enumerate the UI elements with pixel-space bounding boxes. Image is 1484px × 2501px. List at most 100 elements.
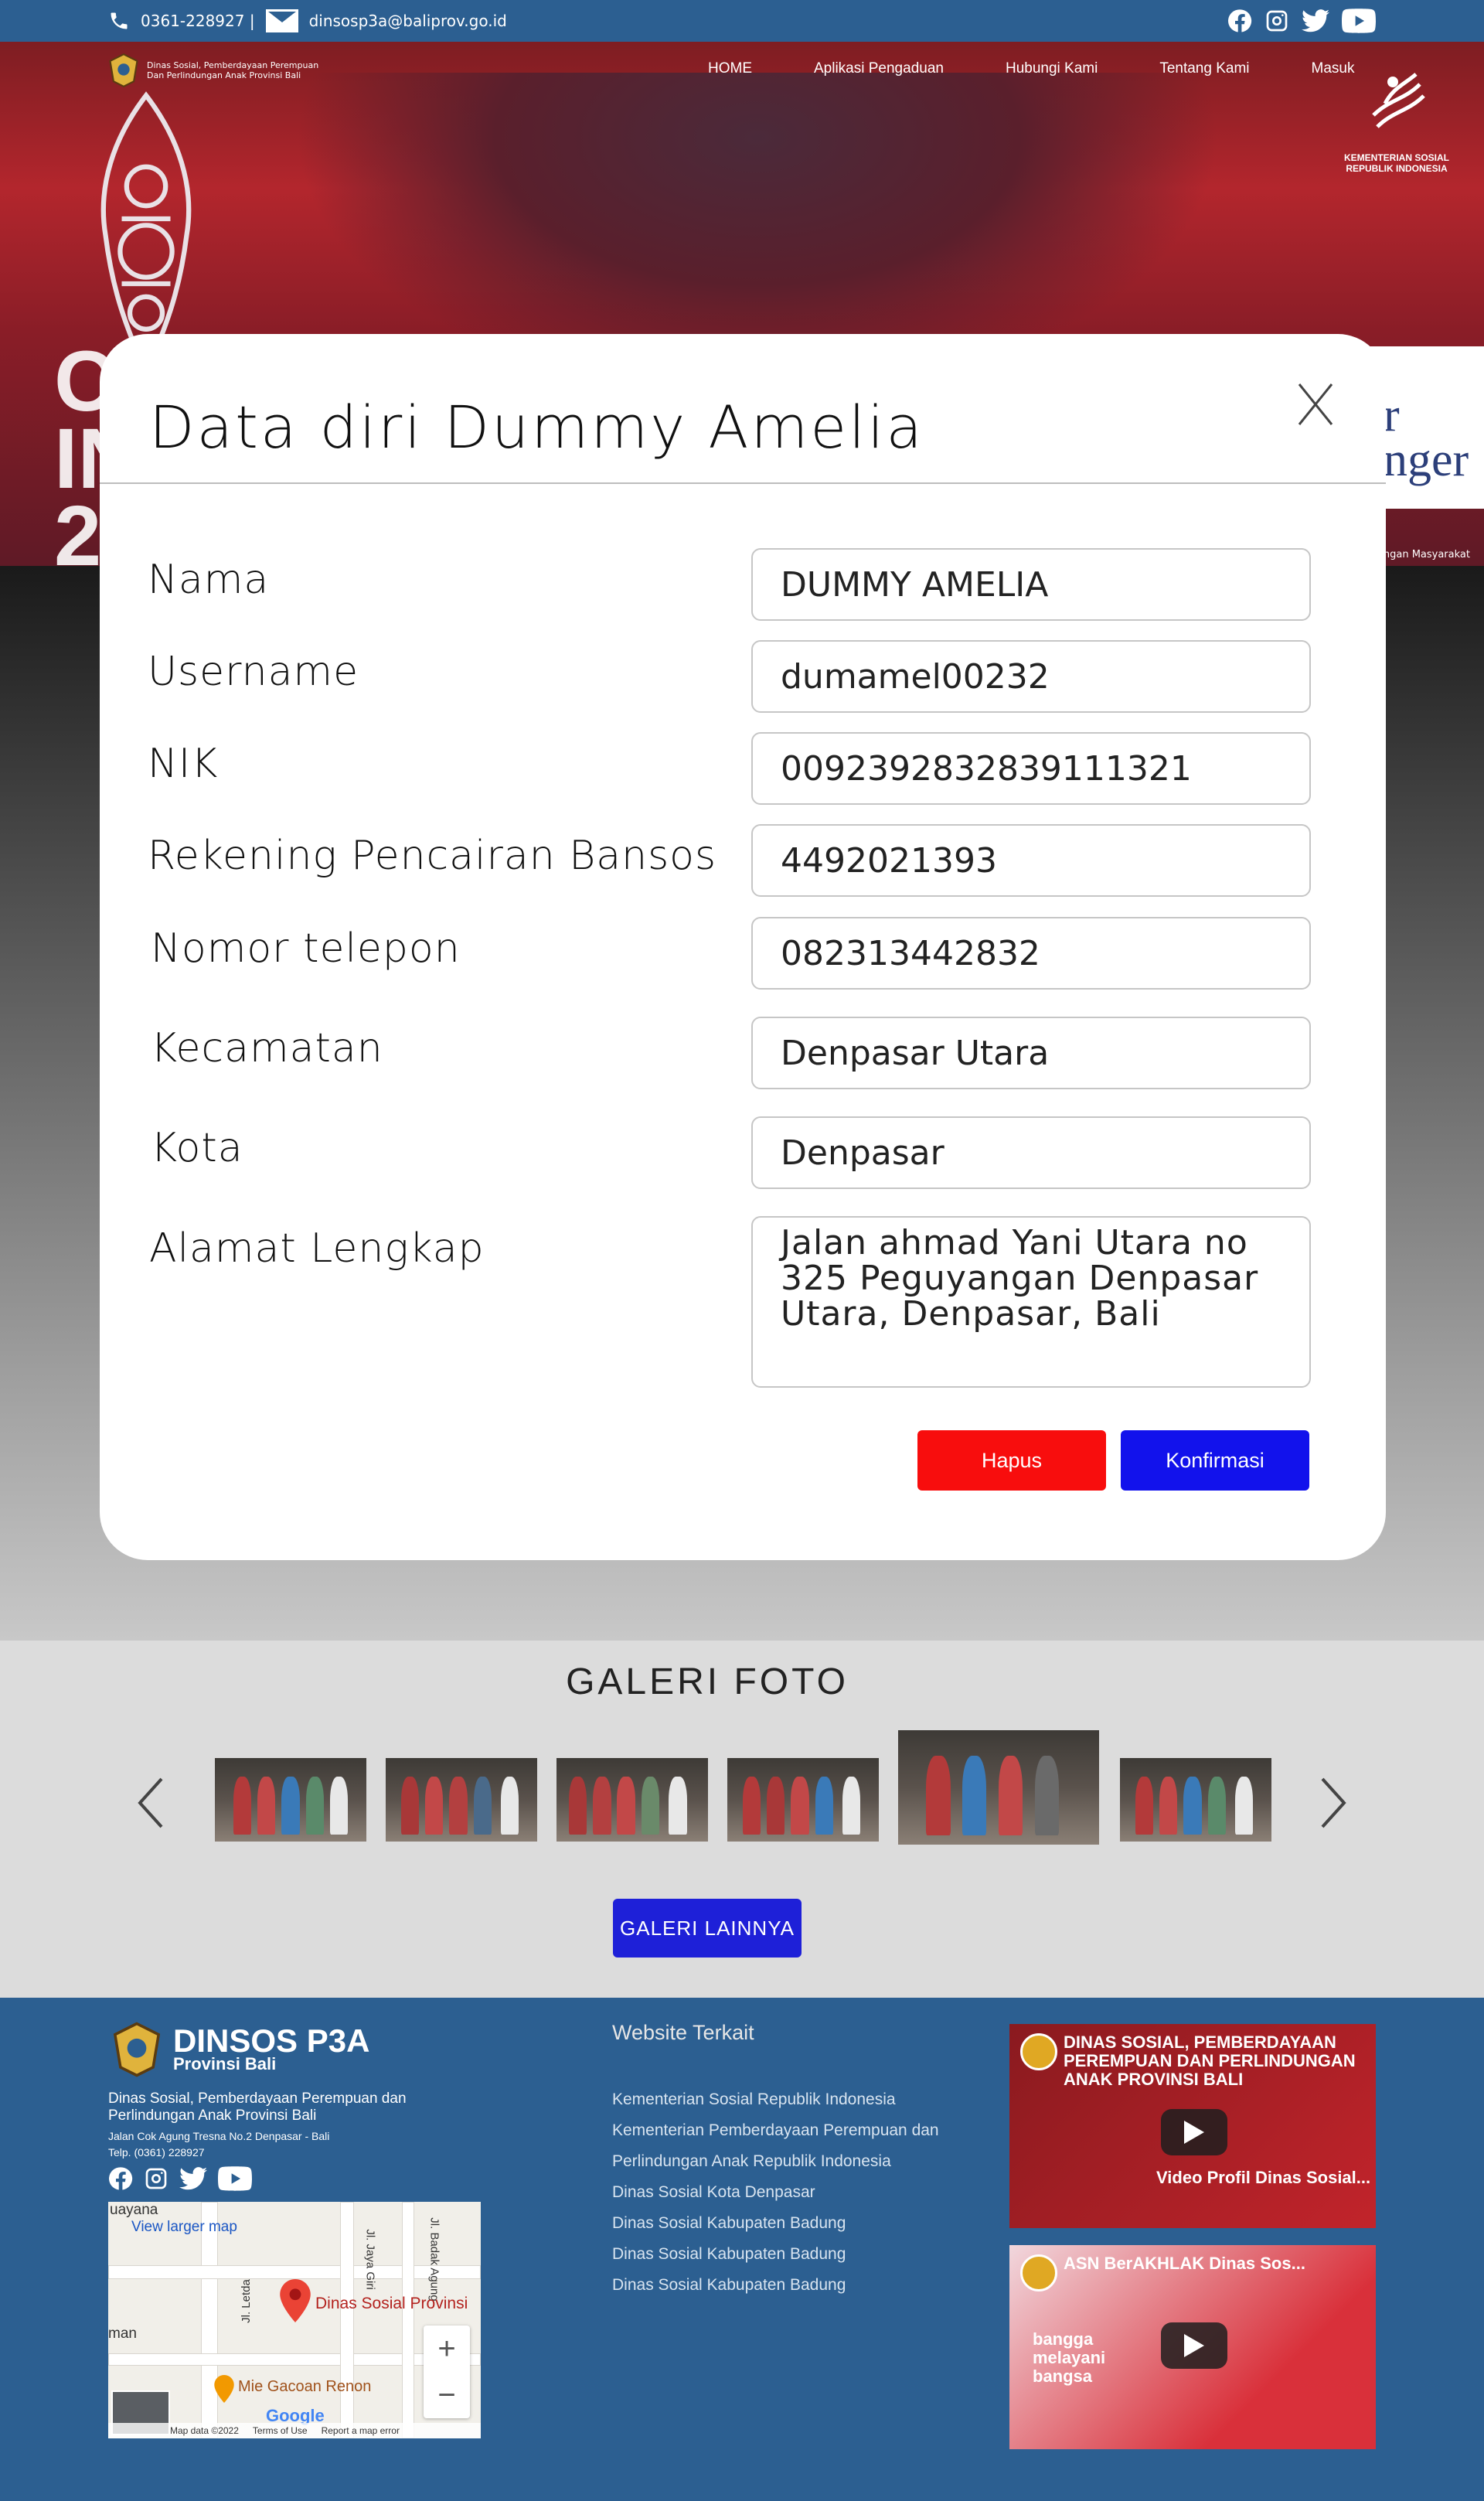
gallery-photo[interactable] — [1120, 1758, 1271, 1842]
twitter-icon[interactable] — [1302, 9, 1329, 33]
map-report-link[interactable]: Report a map error — [322, 2425, 400, 2436]
site-footer: DINSOS P3A Provinsi Bali Dinas Sosial, P… — [0, 1998, 1484, 2501]
close-icon — [1298, 383, 1333, 425]
header-brand[interactable]: Dinas Sosial, Pemberdayaan Perempuan Dan… — [107, 53, 318, 88]
map-area-label-2: man — [108, 2326, 137, 2342]
nav-item-about[interactable]: Tentang Kami — [1159, 60, 1249, 77]
embedded-map[interactable]: uayana man Jl. Letda Jl. Jaya Giri Jl. B… — [108, 2202, 481, 2438]
map-attribution: Map data ©2022 Terms of Use Report a map… — [108, 2423, 481, 2438]
map-pin-icon[interactable] — [280, 2279, 311, 2322]
phone-number: 0361-228927 | — [141, 12, 255, 30]
map-zoom-out-button[interactable]: − — [424, 2372, 470, 2418]
photo-gallery: GALERI FOTO GALERI LAINNYA — [0, 1641, 1484, 1998]
field-kota[interactable] — [751, 1116, 1311, 1189]
label-nama: Nama — [148, 557, 270, 603]
youtube-icon[interactable] — [218, 2166, 252, 2191]
gallery-title: GALERI FOTO — [566, 1661, 849, 1702]
related-site-link[interactable]: Dinas Sosial Kabupaten Badung — [612, 2208, 975, 2239]
field-nama[interactable] — [751, 548, 1311, 621]
map-zoom-controls: + − — [424, 2326, 470, 2418]
delete-button[interactable]: Hapus — [917, 1430, 1106, 1491]
video-overlay-text: bangga melayani bangsa — [1033, 2329, 1106, 2386]
footer-brand: DINSOS P3A Provinsi Bali — [108, 2021, 369, 2078]
footer-brand-name: DINSOS P3A — [173, 2022, 370, 2059]
label-phone: Nomor telepon — [151, 925, 461, 972]
map-zoom-in-button[interactable]: + — [424, 2326, 470, 2372]
channel-avatar — [1020, 2033, 1057, 2070]
label-kota: Kota — [151, 1125, 243, 1171]
gallery-prev-button[interactable] — [131, 1772, 170, 1834]
twitter-icon[interactable] — [179, 2166, 207, 2191]
kemensos-label: KEMENTERIAN SOSIAL REPUBLIK INDONESIA — [1343, 152, 1449, 174]
video-title: ASN BerAKHLAK Dinas Sos... — [1064, 2254, 1305, 2273]
play-icon — [1184, 2121, 1204, 2144]
gallery-more-button[interactable]: GALERI LAINNYA — [613, 1899, 802, 1958]
nav-item-home[interactable]: HOME — [708, 60, 752, 77]
brand-line-1: Dinas Sosial, Pemberdayaan Perempuan — [147, 60, 319, 70]
map-area-label: uayana — [110, 2202, 158, 2218]
kemensos-logo: KEMENTERIAN SOSIAL REPUBLIK INDONESIA — [1331, 65, 1462, 174]
play-icon — [1184, 2334, 1204, 2357]
video-embed-berakhlak[interactable]: ASN BerAKHLAK Dinas Sos... bangga melaya… — [1009, 2245, 1376, 2449]
facebook-icon[interactable] — [108, 2166, 133, 2191]
gallery-thumbnails — [215, 1730, 1272, 1846]
gallery-photo[interactable] — [556, 1758, 708, 1842]
instagram-icon[interactable] — [144, 2166, 168, 2191]
footer-social-links — [108, 2166, 252, 2191]
facebook-icon[interactable] — [1227, 9, 1252, 33]
video-title: DINAS SOSIAL, PEMBERDAYAAN PEREMPUAN DAN… — [1064, 2032, 1356, 2089]
user-detail-modal: Data diri Dummy Amelia Nama Username NIK… — [100, 334, 1386, 1560]
field-phone[interactable] — [751, 917, 1311, 990]
field-address[interactable]: Jalan ahmad Yani Utara no 325 Peguyangan… — [751, 1216, 1311, 1388]
kemensos-emblem-icon — [1372, 73, 1425, 128]
chevron-right-icon — [1321, 1777, 1346, 1828]
video-embed-profile[interactable]: DINAS SOSIAL, PEMBERDAYAAN PEREMPUAN DAN… — [1009, 2024, 1376, 2228]
modal-divider — [100, 482, 1386, 484]
related-site-link[interactable]: Dinas Sosial Kota Denpasar — [612, 2177, 975, 2208]
map-terms-link[interactable]: Terms of Use — [253, 2425, 308, 2436]
video-overlay-text: Video Profil Dinas Sosial... — [1156, 2168, 1371, 2187]
instagram-icon[interactable] — [1264, 9, 1289, 33]
related-site-link[interactable]: Dinas Sosial Kabupaten Badung — [612, 2270, 975, 2301]
map-street-label: Jl. Jaya Giri — [363, 2229, 377, 2290]
brand-line-2: Dan Perlindungan Anak Provinsi Bali — [147, 70, 301, 80]
gallery-photo[interactable] — [386, 1758, 537, 1842]
map-pin-label: Dinas Sosial Provinsi — [315, 2295, 468, 2312]
map-street-label: Jl. Letda — [239, 2279, 253, 2323]
related-site-link[interactable]: Dinas Sosial Kabupaten Badung — [612, 2239, 975, 2270]
footer-address: Jalan Cok Agung Tresna No.2 Denpasar - B… — [108, 2130, 330, 2142]
field-username[interactable] — [751, 640, 1311, 713]
modal-close-button[interactable] — [1288, 377, 1343, 431]
label-bank-account: Rekening Pencairan Bansos — [148, 833, 717, 879]
label-kecamatan: Kecamatan — [151, 1025, 383, 1072]
gallery-photo[interactable] — [727, 1758, 879, 1842]
video-play-button[interactable] — [1161, 2109, 1227, 2155]
nav-item-contact[interactable]: Hubungi Kami — [1006, 60, 1098, 77]
map-data-text: Map data ©2022 — [170, 2425, 239, 2436]
top-social-links — [1227, 0, 1376, 42]
confirm-button[interactable]: Konfirmasi — [1121, 1430, 1309, 1491]
field-kecamatan[interactable] — [751, 1017, 1311, 1089]
footer-phone: Telp. (0361) 228927 — [108, 2146, 205, 2159]
related-site-link[interactable]: Kementerian Sosial Republik Indonesia — [612, 2084, 975, 2115]
gallery-photo-active[interactable] — [898, 1730, 1099, 1845]
view-larger-map-link[interactable]: View larger map — [131, 2219, 237, 2236]
mail-icon — [265, 9, 298, 32]
gallery-next-button[interactable] — [1314, 1772, 1353, 1834]
channel-avatar — [1020, 2254, 1057, 2291]
label-username: Username — [148, 649, 359, 695]
top-contact-bar: 0361-228927 | dinsosp3a@baliprov.go.id — [0, 0, 1484, 42]
field-nik[interactable] — [751, 732, 1311, 805]
email-address[interactable]: dinsosp3a@baliprov.go.id — [309, 12, 507, 30]
video-play-button[interactable] — [1161, 2322, 1227, 2369]
youtube-icon[interactable] — [1342, 9, 1376, 33]
phone-icon — [111, 12, 128, 29]
nav-item-complaint-app[interactable]: Aplikasi Pengaduan — [814, 60, 944, 77]
bali-government-logo-icon — [109, 53, 138, 88]
gallery-photo[interactable] — [215, 1758, 366, 1842]
field-bank-account[interactable] — [751, 824, 1311, 897]
map-restaurant-label: Mie Gacoan Renon — [238, 2378, 372, 2395]
related-site-link[interactable]: Kementerian Pemberdayaan Perempuan dan P… — [612, 2115, 975, 2177]
restaurant-pin-icon — [214, 2375, 234, 2403]
related-sites-list: Kementerian Sosial Republik Indonesia Ke… — [612, 2084, 975, 2301]
